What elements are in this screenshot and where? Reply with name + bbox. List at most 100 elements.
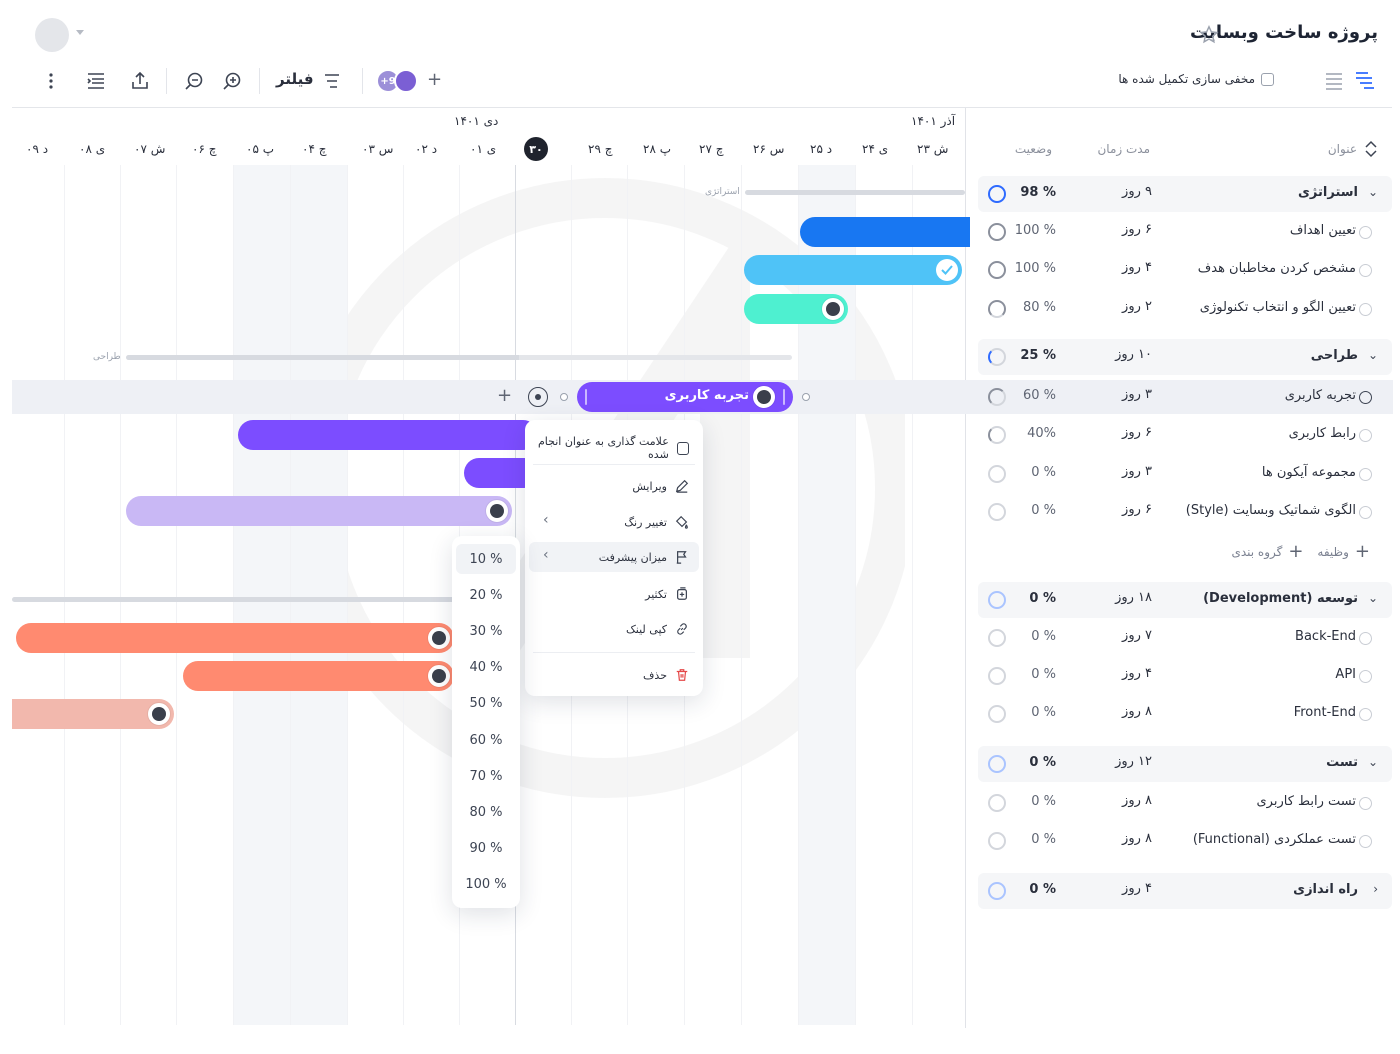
group-row[interactable]: ⌄ استراتژی ۹ روز 98 % xyxy=(978,176,1392,212)
task-checkbox[interactable] xyxy=(1359,468,1372,481)
task-bar-backend[interactable] xyxy=(16,623,454,653)
link-handle-left[interactable] xyxy=(560,393,568,401)
task-checkbox[interactable] xyxy=(1359,632,1372,645)
menu-change-color[interactable]: تغییر رنگ xyxy=(624,515,689,529)
task-title[interactable]: استراتژی xyxy=(1298,185,1358,200)
chevron-down-icon[interactable]: ⌄ xyxy=(1368,348,1378,362)
hide-completed-checkbox[interactable] xyxy=(1261,72,1274,86)
more-vertical-icon[interactable] xyxy=(38,68,64,94)
group-bar-development[interactable] xyxy=(12,597,457,602)
task-checkbox[interactable] xyxy=(1359,670,1372,683)
task-title[interactable]: طراحی xyxy=(1311,348,1358,363)
task-checkbox[interactable] xyxy=(1359,303,1372,316)
task-title[interactable]: راه اندازی xyxy=(1293,882,1358,897)
resize-handle[interactable] xyxy=(783,389,785,405)
add-member-icon[interactable]: + xyxy=(427,69,442,90)
chevron-down-icon[interactable] xyxy=(76,30,84,35)
group-bar-strategy[interactable] xyxy=(745,190,965,195)
task-bar-ui[interactable] xyxy=(238,420,538,450)
task-row[interactable]: تعیین اهداف ۶ روز 100 % xyxy=(978,214,1392,250)
column-duration[interactable]: مدت زمان xyxy=(1097,142,1150,156)
task-bar-ux-selected[interactable]: تجربه کاربری xyxy=(577,382,793,412)
group-bar-design[interactable] xyxy=(126,355,792,360)
task-checkbox[interactable] xyxy=(1359,391,1372,404)
filter-button[interactable]: فیلتر xyxy=(276,70,314,88)
menu-mark-done[interactable]: علامت گذاری به عنوان انجام شده xyxy=(525,435,689,461)
task-title[interactable]: تجربه کاربری xyxy=(1285,388,1356,403)
link-handle-right[interactable] xyxy=(802,393,810,401)
filter-icon[interactable] xyxy=(319,68,345,94)
task-title[interactable]: API xyxy=(1335,667,1356,682)
task-title[interactable]: مجموعه آیکون ها xyxy=(1262,465,1356,480)
group-row[interactable]: ⌄ توسعه (Development) ۱۸ روز 0 % xyxy=(978,582,1392,618)
chevron-down-icon[interactable]: ⌄ xyxy=(1368,755,1378,769)
task-title[interactable]: Back-End xyxy=(1295,629,1356,644)
progress-option[interactable]: 40 % xyxy=(456,653,516,683)
task-title[interactable]: تست xyxy=(1326,755,1358,770)
group-row[interactable]: ‹ راه اندازی ۴ روز 0 % xyxy=(978,873,1392,909)
progress-option[interactable]: 90 % xyxy=(456,834,516,864)
add-dependency-icon[interactable]: + xyxy=(497,385,512,406)
chevron-down-icon[interactable]: ⌄ xyxy=(1368,591,1378,605)
task-title[interactable]: تعیین اهداف xyxy=(1290,223,1356,238)
task-bar-style[interactable] xyxy=(126,496,512,526)
menu-duplicate[interactable]: تکثیر xyxy=(645,587,689,601)
star-icon[interactable] xyxy=(1198,24,1220,46)
column-title[interactable]: عنوان xyxy=(1328,142,1357,156)
menu-delete[interactable]: حذف xyxy=(643,668,689,682)
progress-option[interactable]: 70 % xyxy=(456,761,516,791)
task-checkbox[interactable] xyxy=(1359,429,1372,442)
progress-option[interactable]: 10 % xyxy=(456,544,516,574)
task-bar-audience[interactable] xyxy=(744,255,962,285)
menu-copy-link[interactable]: کپی لینک xyxy=(626,622,689,636)
task-row[interactable]: الگوی شماتیک وبسایت (Style) ۶ روز 0 % xyxy=(978,494,1392,530)
task-checkbox[interactable] xyxy=(1359,264,1372,277)
target-icon[interactable] xyxy=(528,387,548,407)
member-avatar[interactable] xyxy=(394,69,418,93)
task-checkbox[interactable] xyxy=(1359,835,1372,848)
task-checkbox[interactable] xyxy=(1359,708,1372,721)
task-row[interactable]: تست رابط کاربری ۸ روز 0 % xyxy=(978,785,1392,821)
gantt-view-icon[interactable] xyxy=(1354,70,1378,92)
task-row[interactable]: Front-End ۸ روز 0 % xyxy=(978,696,1392,732)
group-row[interactable]: ⌄ طراحی ۱۰ روز 25 % xyxy=(978,339,1392,375)
sort-icon[interactable] xyxy=(1364,140,1380,158)
task-row[interactable]: رابط کاربری ۶ روز 40% xyxy=(978,417,1392,453)
chevron-down-icon[interactable]: ⌄ xyxy=(1368,185,1378,199)
task-title[interactable]: تست رابط کاربری xyxy=(1257,794,1357,809)
task-row[interactable]: تجربه کاربری ۳ روز 60 % xyxy=(978,379,1392,415)
list-view-icon[interactable] xyxy=(1323,70,1347,92)
resize-handle[interactable] xyxy=(585,389,587,405)
task-row[interactable]: Back-End ۷ روز 0 % xyxy=(978,620,1392,656)
task-title[interactable]: Front-End xyxy=(1294,705,1356,720)
progress-option[interactable]: 30 % xyxy=(456,616,516,646)
task-bar-goals[interactable] xyxy=(800,217,970,247)
task-title[interactable]: مشخص کردن مخاطبان هدف xyxy=(1198,261,1356,276)
task-title[interactable]: رابط کاربری xyxy=(1289,426,1356,441)
task-bar-api[interactable] xyxy=(183,661,454,691)
user-avatar[interactable] xyxy=(35,18,69,52)
task-checkbox[interactable] xyxy=(1359,226,1372,239)
task-row[interactable]: مشخص کردن مخاطبان هدف ۴ روز 100 % xyxy=(978,252,1392,288)
add-group-button[interactable]: + گروه بندی xyxy=(1231,541,1303,562)
task-title[interactable]: تعیین الگو و انتخاب تکنولوژی xyxy=(1200,300,1356,315)
group-row[interactable]: ⌄ تست ۱۲ روز 0 % xyxy=(978,746,1392,782)
task-row[interactable]: تعیین الگو و انتخاب تکنولوژی ۲ روز 80 % xyxy=(978,291,1392,327)
progress-option[interactable]: 20 % xyxy=(456,580,516,610)
task-checkbox[interactable] xyxy=(1359,506,1372,519)
indent-icon[interactable] xyxy=(83,68,109,94)
task-row[interactable]: API ۴ روز 0 % xyxy=(978,658,1392,694)
zoom-in-icon[interactable] xyxy=(219,68,245,94)
hide-completed-toggle[interactable]: مخفی سازی تکمیل شده ها xyxy=(1118,72,1274,86)
task-bar-frontend[interactable] xyxy=(12,699,174,729)
menu-edit[interactable]: ویرایش xyxy=(632,479,689,493)
progress-option[interactable]: 80 % xyxy=(456,797,516,827)
task-row[interactable]: مجموعه آیکون ها ۳ روز 0 % xyxy=(978,456,1392,492)
menu-progress[interactable]: میزان پیشرفت xyxy=(599,550,689,564)
column-status[interactable]: وضعیت xyxy=(1015,142,1052,156)
check-icon[interactable] xyxy=(936,259,958,281)
task-title[interactable]: توسعه (Development) xyxy=(1203,591,1358,606)
add-task-button[interactable]: + وظیفه xyxy=(1317,541,1370,562)
task-bar-tech[interactable] xyxy=(744,294,848,324)
task-checkbox[interactable] xyxy=(1359,797,1372,810)
